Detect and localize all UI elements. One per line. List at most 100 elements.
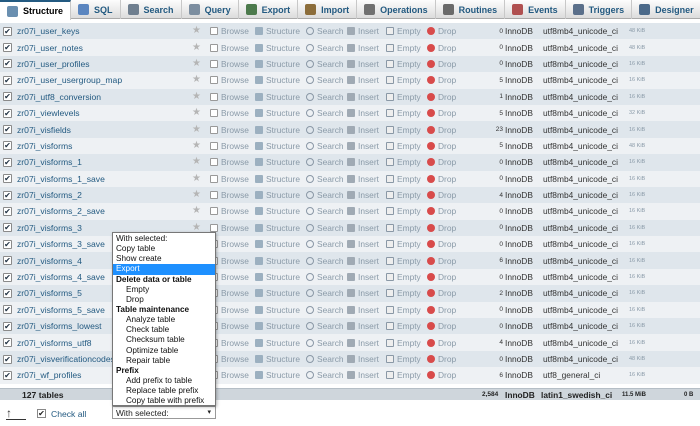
menu-item-copy-table[interactable]: Copy table (113, 244, 215, 254)
favorite-star-icon[interactable]: ★ (192, 75, 201, 85)
empty-action[interactable]: Empty (386, 125, 421, 135)
search-action[interactable]: Search (306, 174, 344, 184)
insert-action[interactable]: Insert (347, 125, 379, 135)
drop-action[interactable]: Drop (427, 108, 456, 118)
row-checkbox[interactable]: ✔ (3, 370, 12, 380)
row-checkbox[interactable]: ✔ (3, 43, 12, 53)
search-action[interactable]: Search (306, 354, 344, 364)
check-all-checkbox[interactable]: ✔ (37, 409, 46, 418)
search-action[interactable]: Search (306, 305, 344, 315)
empty-action[interactable]: Empty (386, 338, 421, 348)
insert-action[interactable]: Insert (347, 288, 379, 298)
search-action[interactable]: Search (306, 239, 344, 249)
search-action[interactable]: Search (306, 321, 344, 331)
drop-action[interactable]: Drop (427, 239, 456, 249)
row-checkbox[interactable]: ✔ (3, 92, 12, 102)
row-checkbox[interactable]: ✔ (3, 26, 12, 36)
row-checkbox[interactable]: ✔ (3, 354, 12, 364)
favorite-star-icon[interactable]: ★ (192, 26, 201, 36)
empty-action[interactable]: Empty (386, 272, 421, 282)
table-name-link[interactable]: zr07i_visforms_5_save (17, 305, 105, 315)
drop-action[interactable]: Drop (427, 305, 456, 315)
row-checkbox[interactable]: ✔ (3, 75, 12, 85)
with-selected-select[interactable]: With selected: ▾ (112, 406, 216, 419)
insert-action[interactable]: Insert (347, 256, 379, 266)
favorite-star-icon[interactable]: ★ (192, 206, 201, 216)
favorite-star-icon[interactable]: ★ (192, 58, 201, 69)
menu-item-replace-table-prefix[interactable]: Replace table prefix (113, 386, 215, 396)
structure-action[interactable]: Structure (255, 108, 300, 118)
structure-action[interactable]: Structure (255, 321, 300, 331)
browse-action[interactable]: Browse (210, 206, 249, 216)
search-action[interactable]: Search (306, 75, 344, 85)
empty-action[interactable]: Empty (386, 321, 421, 331)
search-action[interactable]: Search (306, 43, 344, 53)
favorite-star-icon[interactable]: ★ (192, 108, 201, 118)
tab-designer[interactable]: Designer (632, 0, 700, 19)
drop-action[interactable]: Drop (427, 338, 456, 348)
table-name-link[interactable]: zr07i_visforms_2_save (17, 206, 105, 216)
table-name-link[interactable]: zr07i_visforms_3_save (17, 239, 105, 249)
favorite-star-icon[interactable]: ★ (192, 91, 201, 102)
drop-action[interactable]: Drop (427, 354, 456, 364)
structure-action[interactable]: Structure (255, 125, 300, 135)
tab-operations[interactable]: Operations (357, 0, 436, 19)
empty-action[interactable]: Empty (386, 59, 421, 69)
drop-action[interactable]: Drop (427, 272, 456, 282)
empty-action[interactable]: Empty (386, 288, 421, 298)
structure-action[interactable]: Structure (255, 272, 300, 282)
empty-action[interactable]: Empty (386, 223, 421, 233)
insert-action[interactable]: Insert (347, 141, 379, 151)
structure-action[interactable]: Structure (255, 59, 300, 69)
row-checkbox[interactable]: ✔ (3, 141, 12, 151)
table-name-link[interactable]: zr07i_user_usergroup_map (17, 75, 122, 85)
insert-action[interactable]: Insert (347, 190, 379, 200)
favorite-star-icon[interactable]: ★ (192, 173, 201, 184)
tab-routines[interactable]: Routines (436, 0, 506, 19)
insert-action[interactable]: Insert (347, 108, 379, 118)
insert-action[interactable]: Insert (347, 75, 379, 85)
drop-action[interactable]: Drop (427, 288, 456, 298)
table-name-link[interactable]: zr07i_utf8_conversion (17, 92, 101, 102)
empty-action[interactable]: Empty (386, 157, 421, 167)
drop-action[interactable]: Drop (427, 59, 456, 69)
drop-action[interactable]: Drop (427, 206, 456, 216)
row-checkbox[interactable]: ✔ (3, 338, 12, 348)
browse-action[interactable]: Browse (210, 157, 249, 167)
browse-action[interactable]: Browse (210, 92, 249, 102)
favorite-star-icon[interactable]: ★ (192, 157, 201, 167)
table-name-link[interactable]: zr07i_visverificationcodes (17, 354, 115, 364)
structure-action[interactable]: Structure (255, 206, 300, 216)
empty-action[interactable]: Empty (386, 75, 421, 85)
insert-action[interactable]: Insert (347, 157, 379, 167)
structure-action[interactable]: Structure (255, 43, 300, 53)
menu-item-repair-table[interactable]: Repair table (113, 356, 215, 366)
search-action[interactable]: Search (306, 141, 344, 151)
row-checkbox[interactable]: ✔ (3, 125, 12, 135)
tab-sql[interactable]: SQL (71, 0, 121, 19)
row-checkbox[interactable]: ✔ (3, 157, 12, 167)
empty-action[interactable]: Empty (386, 141, 421, 151)
structure-action[interactable]: Structure (255, 338, 300, 348)
search-action[interactable]: Search (306, 108, 344, 118)
structure-action[interactable]: Structure (255, 157, 300, 167)
insert-action[interactable]: Insert (347, 370, 379, 380)
tab-search[interactable]: Search (121, 0, 182, 19)
insert-action[interactable]: Insert (347, 206, 379, 216)
menu-item-check-table[interactable]: Check table (113, 325, 215, 335)
drop-action[interactable]: Drop (427, 256, 456, 266)
structure-action[interactable]: Structure (255, 223, 300, 233)
drop-action[interactable]: Drop (427, 75, 456, 85)
browse-action[interactable]: Browse (210, 26, 249, 36)
search-action[interactable]: Search (306, 59, 344, 69)
row-checkbox[interactable]: ✔ (3, 239, 12, 249)
table-name-link[interactable]: zr07i_user_keys (17, 26, 80, 36)
empty-action[interactable]: Empty (386, 92, 421, 102)
drop-action[interactable]: Drop (427, 190, 456, 200)
search-action[interactable]: Search (306, 223, 344, 233)
table-name-link[interactable]: zr07i_visforms_4_save (17, 272, 105, 282)
drop-action[interactable]: Drop (427, 26, 456, 36)
row-checkbox[interactable]: ✔ (3, 321, 12, 331)
row-checkbox[interactable]: ✔ (3, 206, 12, 216)
empty-action[interactable]: Empty (386, 354, 421, 364)
